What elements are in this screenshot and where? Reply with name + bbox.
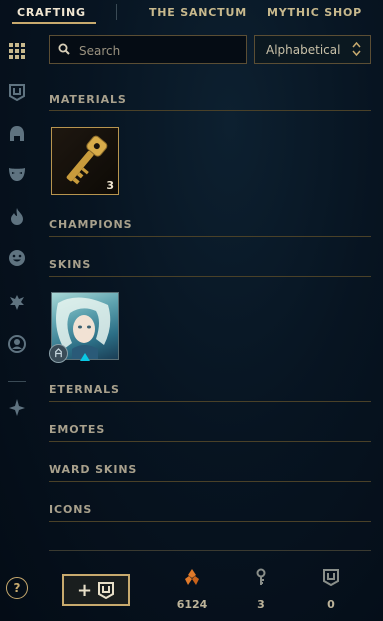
- ward-icon[interactable]: [7, 292, 27, 312]
- section-icons: ICONS: [49, 503, 93, 516]
- chest-icon: [323, 569, 339, 586]
- search-input[interactable]: [77, 41, 241, 61]
- sort-selected-label: Alphabetical: [266, 43, 341, 57]
- sort-arrows-icon: [352, 42, 361, 56]
- sort-dropdown[interactable]: Alphabetical: [254, 35, 371, 64]
- tab-crafting[interactable]: CRAFTING: [17, 6, 86, 19]
- mask-icon[interactable]: [7, 164, 27, 184]
- sidebar-divider: [8, 381, 26, 382]
- eternals-icon[interactable]: [7, 397, 27, 417]
- section-divider: [49, 401, 371, 402]
- chest-counter: 0: [311, 568, 351, 611]
- section-ward-skins: WARD SKINS: [49, 463, 138, 476]
- top-tabs: CRAFTING THE SANCTUM MYTHIC SHOP: [0, 0, 383, 26]
- section-divider: [49, 276, 371, 277]
- key-fragment-counter: 3: [241, 568, 281, 611]
- section-divider: [49, 521, 371, 522]
- section-divider: [49, 441, 371, 442]
- active-tab-underline: [12, 22, 96, 24]
- key-count: 3: [106, 179, 114, 192]
- skin-selection-marker: [80, 353, 90, 361]
- flame-icon[interactable]: [7, 206, 27, 226]
- plus-label: +: [76, 579, 93, 601]
- chest-icon: [98, 582, 115, 599]
- key-fragment-icon: [256, 568, 266, 585]
- tab-mythic-shop[interactable]: MYTHIC SHOP: [267, 6, 362, 19]
- section-eternals: ETERNALS: [49, 383, 120, 396]
- skin-rarity-badge-icon: [49, 344, 68, 363]
- profile-icon[interactable]: [7, 334, 27, 354]
- section-divider: [49, 110, 371, 111]
- section-divider: [49, 481, 371, 482]
- section-materials: MATERIALS: [49, 93, 127, 106]
- tab-the-sanctum[interactable]: THE SANCTUM: [149, 6, 247, 19]
- add-chest-button[interactable]: +: [62, 574, 130, 606]
- emote-face-icon[interactable]: [7, 248, 27, 268]
- search-icon: [58, 43, 70, 55]
- section-divider: [49, 236, 371, 237]
- footer-divider: [49, 550, 371, 551]
- grid-icon[interactable]: [7, 41, 27, 61]
- helmet-icon[interactable]: [7, 124, 27, 144]
- section-emotes: EMOTES: [49, 423, 106, 436]
- tab-divider: [116, 4, 117, 20]
- search-field[interactable]: [49, 35, 247, 64]
- help-button[interactable]: ?: [6, 577, 28, 599]
- key-fragment-value: 3: [257, 598, 265, 611]
- key-item-tile[interactable]: 3: [51, 127, 119, 195]
- orange-essence-icon: [185, 569, 199, 585]
- chest-count-value: 0: [327, 598, 335, 611]
- chest-icon[interactable]: [7, 82, 27, 102]
- orange-essence-counter: 6124: [172, 568, 212, 611]
- section-skins: SKINS: [49, 258, 92, 271]
- orange-essence-value: 6124: [176, 598, 208, 611]
- section-champions: CHAMPIONS: [49, 218, 133, 231]
